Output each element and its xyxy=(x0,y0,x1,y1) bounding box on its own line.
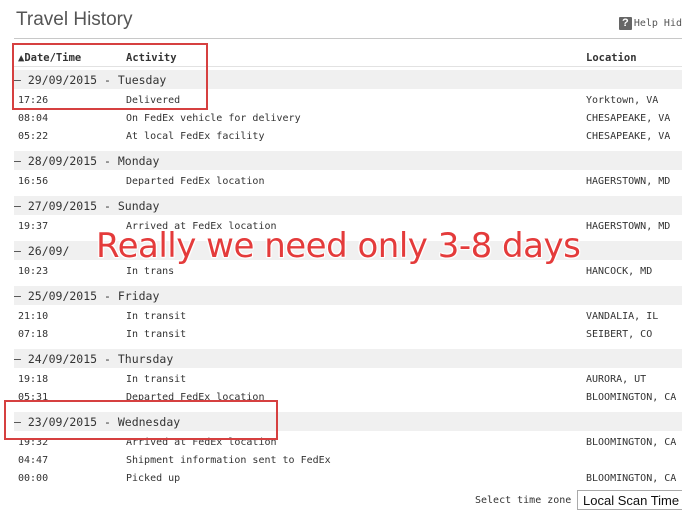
table-row: 21:10 In transit VANDALIA, IL xyxy=(0,311,682,326)
event-time: 16:56 xyxy=(18,176,49,187)
event-time: 10:23 xyxy=(18,266,49,277)
event-location: HANCOCK, MD xyxy=(586,266,653,277)
event-time: 19:37 xyxy=(18,221,49,232)
day-label[interactable]: — 27/09/2015 - Sunday xyxy=(14,199,159,213)
event-time: 21:10 xyxy=(18,311,49,322)
event-activity: Shipment information sent to FedEx xyxy=(126,455,331,466)
day-label[interactable]: — 28/09/2015 - Monday xyxy=(14,154,159,168)
timezone-label: Select time zone xyxy=(475,495,572,506)
day-label[interactable]: — 24/09/2015 - Thursday xyxy=(14,352,173,366)
event-activity: On FedEx vehicle for delivery xyxy=(126,113,301,124)
event-activity: Departed FedEx location xyxy=(126,176,265,187)
event-location: BLOOMINGTON, CA xyxy=(586,392,677,403)
event-location: Yorktown, VA xyxy=(586,95,659,106)
event-time: 08:04 xyxy=(18,113,49,124)
help-link[interactable]: ? Help Hid xyxy=(618,17,682,30)
event-location: HAGERSTOWN, MD xyxy=(586,221,671,232)
help-icon[interactable]: ? xyxy=(618,17,632,30)
table-row: 10:23 In trans HANCOCK, MD xyxy=(0,266,682,281)
annotation-box-pickup-day xyxy=(4,400,278,440)
event-time: 07:18 xyxy=(18,329,49,340)
event-activity: Picked up xyxy=(126,473,181,484)
table-row: 05:22 At local FedEx facility CHESAPEAKE… xyxy=(0,131,682,146)
table-row: 07:18 In transit SEIBERT, CO xyxy=(0,329,682,344)
event-activity: In trans xyxy=(126,266,175,277)
table-row: 08:04 On FedEx vehicle for delivery CHES… xyxy=(0,113,682,128)
overlay-annotation-text: Really we need only 3-8 days xyxy=(96,226,581,266)
help-label[interactable]: Help Hid xyxy=(634,18,682,29)
event-time: 19:18 xyxy=(18,374,49,385)
event-activity: At local FedEx facility xyxy=(126,131,265,142)
annotation-box-delivered xyxy=(12,43,208,110)
event-time: 05:22 xyxy=(18,131,49,142)
column-header-location: Location xyxy=(586,52,637,64)
event-time: 04:47 xyxy=(18,455,49,466)
event-time: 00:00 xyxy=(18,473,49,484)
event-location: CHESAPEAKE, VA xyxy=(586,131,671,142)
title-divider xyxy=(14,38,682,39)
event-location: BLOOMINGTON, CA xyxy=(586,473,677,484)
event-activity: In transit xyxy=(126,329,187,340)
table-row: 19:18 In transit AURORA, UT xyxy=(0,374,682,389)
page-title: Travel History xyxy=(16,9,133,30)
event-location: AURORA, UT xyxy=(586,374,647,385)
day-label[interactable]: — 26/09/ xyxy=(14,244,69,258)
event-location: HAGERSTOWN, MD xyxy=(586,176,671,187)
table-row: 04:47 Shipment information sent to FedEx xyxy=(0,455,682,470)
event-activity: In transit xyxy=(126,311,187,322)
table-row: 16:56 Departed FedEx location HAGERSTOWN… xyxy=(0,176,682,191)
day-label[interactable]: — 25/09/2015 - Friday xyxy=(14,289,159,303)
event-location: VANDALIA, IL xyxy=(586,311,659,322)
event-activity: In transit xyxy=(126,374,187,385)
event-location: BLOOMINGTON, CA xyxy=(586,437,677,448)
event-location: CHESAPEAKE, VA xyxy=(586,113,671,124)
table-row: 00:00 Picked up BLOOMINGTON, CA xyxy=(0,473,682,488)
timezone-select[interactable]: Local Scan Time xyxy=(577,490,682,510)
event-location: SEIBERT, CO xyxy=(586,329,653,340)
